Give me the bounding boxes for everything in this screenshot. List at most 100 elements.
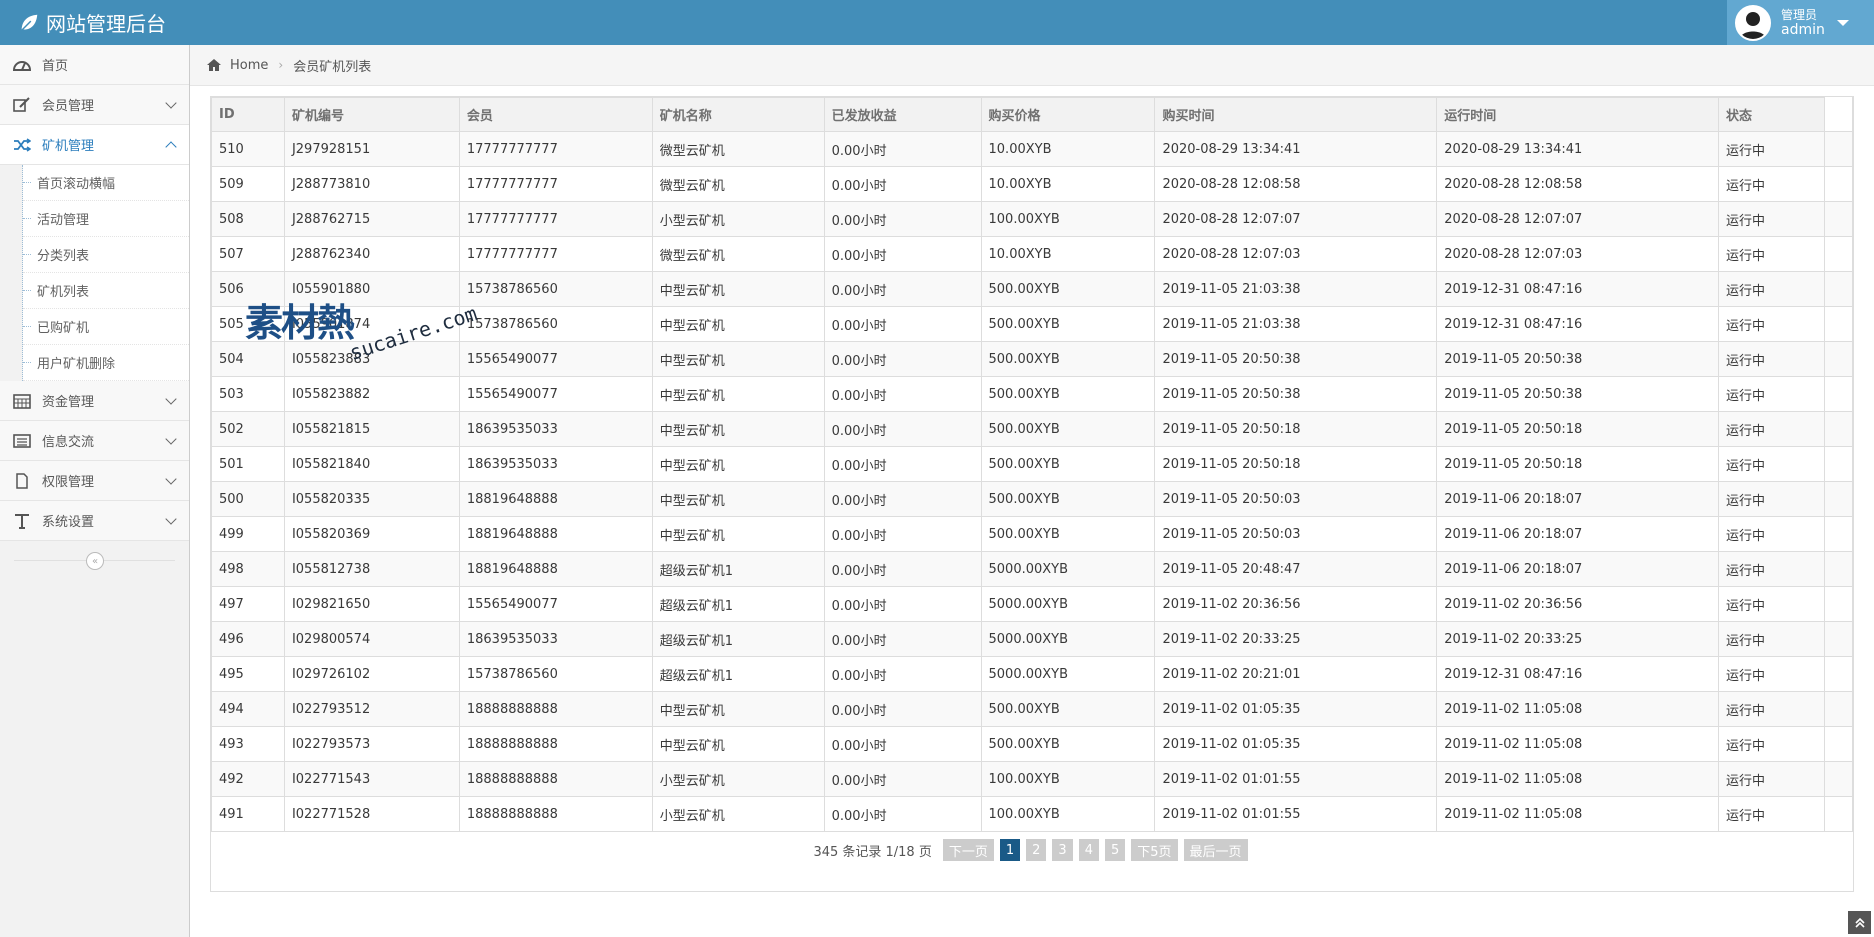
page-5-button[interactable]: 5: [1104, 839, 1126, 861]
column-header[interactable]: 已发放收益: [823, 97, 982, 132]
chevron-up-icon: [165, 141, 177, 153]
table-cell: I055821840: [283, 446, 460, 482]
sidebar-item-funds[interactable]: 资金管理: [0, 381, 189, 421]
sidebar-subitem-categories[interactable]: 分类列表: [23, 237, 189, 273]
table-row[interactable]: 496 I029800574 18639535033 超级云矿机1 0.00小时 5000…: [211, 621, 1854, 657]
table-cell-empty: [1823, 656, 1854, 692]
table-row[interactable]: 503 I055823882 15565490077 中型云矿机 0.00小时 500.0…: [211, 376, 1854, 412]
sidebar-item-label: 权限管理: [42, 475, 95, 490]
column-header[interactable]: 购买时间: [1154, 97, 1438, 132]
table-row[interactable]: 498 I055812738 18819648888 超级云矿机1 0.00小时 5000…: [211, 551, 1854, 587]
table-row[interactable]: 499 I055820369 18819648888 中型云矿机 0.00小时 500.0…: [211, 516, 1854, 552]
miner-table: ID 矿机编号 会员 矿机名称 已发放收益 购买价格 购买时间 运行时间 状态 …: [211, 97, 1854, 832]
column-header[interactable]: 矿机名称: [651, 97, 825, 132]
sidebar-subitem-banner[interactable]: 首页滚动横幅: [23, 165, 189, 201]
sidebar-collapse: «: [0, 541, 189, 581]
scroll-top-button[interactable]: [1848, 911, 1871, 934]
sidebar-item-messages[interactable]: 信息交流: [0, 421, 189, 461]
table-cell: 2019-11-05 21:03:38: [1154, 306, 1438, 342]
table-row[interactable]: 495 I029726102 15738786560 超级云矿机1 0.00小时 5000…: [211, 656, 1854, 692]
sidebar-subitem-delete[interactable]: 用户矿机删除: [23, 345, 189, 381]
brand[interactable]: 网站管理后台: [18, 0, 166, 45]
table-cell: 2019-11-06 20:18:07: [1436, 516, 1720, 552]
table-cell: 500.00XYB: [980, 376, 1156, 412]
sidebar-item-label: 矿机管理: [42, 139, 95, 154]
table-row[interactable]: 501 I055821840 18639535033 中型云矿机 0.00小时 500.0…: [211, 446, 1854, 482]
sidebar-item-home[interactable]: 首页: [0, 45, 189, 85]
table-cell: 超级云矿机1: [651, 551, 825, 587]
table-cell-empty: [1823, 271, 1854, 307]
table-row[interactable]: 509 J288773810 17777777777 微型云矿机 0.00小时 10.00…: [211, 166, 1854, 202]
table-cell: 运行中: [1718, 411, 1825, 447]
table-cell: 509: [211, 166, 285, 202]
table-cell: 0.00小时: [823, 516, 982, 552]
table-cell: 2019-11-02 01:05:35: [1154, 691, 1438, 727]
sidebar-item-permissions[interactable]: 权限管理: [0, 461, 189, 501]
table-cell: 2019-11-05 20:50:03: [1154, 481, 1438, 517]
user-menu[interactable]: 管理员 admin: [1727, 0, 1874, 45]
page-2-button[interactable]: 2: [1026, 839, 1047, 861]
table-row[interactable]: 497 I029821650 15565490077 超级云矿机1 0.00小时 5000…: [211, 586, 1854, 622]
table-cell-empty: [1823, 621, 1854, 657]
column-header[interactable]: ID: [211, 97, 285, 132]
table-cell: 运行中: [1718, 166, 1825, 202]
next-5-pages-button[interactable]: 下5页: [1131, 839, 1178, 861]
pagination-info: 345 条记录 1/18 页: [813, 844, 932, 860]
table-cell: 2019-11-02 20:36:56: [1436, 586, 1720, 622]
page-1-button[interactable]: 1: [999, 839, 1021, 861]
page-3-button[interactable]: 3: [1052, 839, 1073, 861]
table-cell: 100.00XYB: [980, 761, 1156, 797]
table-cell: 18819648888: [458, 516, 653, 552]
table-row[interactable]: 493 I022793573 18888888888 中型云矿机 0.00小时 500.0…: [211, 726, 1854, 762]
sidebar-item-miners[interactable]: 矿机管理: [0, 125, 189, 165]
table-cell: 510: [211, 131, 285, 167]
table-row[interactable]: 494 I022793512 18888888888 中型云矿机 0.00小时 500.0…: [211, 691, 1854, 727]
table-cell: 18888888888: [458, 761, 653, 797]
next-page-button[interactable]: 下一页: [942, 839, 994, 861]
column-header[interactable]: 运行时间: [1436, 97, 1720, 132]
column-header[interactable]: 矿机编号: [283, 97, 460, 132]
table-cell: 2020-08-29 13:34:41: [1436, 131, 1720, 167]
table-row[interactable]: 510 J297928151 17777777777 微型云矿机 0.00小时 10.00…: [211, 131, 1854, 167]
sidebar-subitem-purchased[interactable]: 已购矿机: [23, 309, 189, 345]
table-cell: 18639535033: [458, 411, 653, 447]
sidebar-item-label: 会员管理: [42, 99, 95, 114]
sidebar-item-settings[interactable]: 系统设置: [0, 501, 189, 541]
column-header[interactable]: 购买价格: [980, 97, 1156, 132]
double-chevron-left-icon[interactable]: «: [86, 552, 104, 570]
table-cell: 0.00小时: [823, 446, 982, 482]
table-cell: 18888888888: [458, 691, 653, 727]
table-cell: 18888888888: [458, 796, 653, 832]
sidebar-item-members[interactable]: 会员管理: [0, 85, 189, 125]
table-cell: 运行中: [1718, 691, 1825, 727]
table-row[interactable]: 508 J288762715 17777777777 小型云矿机 0.00小时 100.0…: [211, 201, 1854, 237]
column-header[interactable]: 状态: [1718, 97, 1825, 132]
sidebar-subitem-miner-list[interactable]: 矿机列表: [23, 273, 189, 309]
sidebar-subitem-activities[interactable]: 活动管理: [23, 201, 189, 237]
table-cell: 15738786560: [458, 306, 653, 342]
column-header[interactable]: 会员: [458, 97, 653, 132]
table-cell: 499: [211, 516, 285, 552]
table-header-row: ID 矿机编号 会员 矿机名称 已发放收益 购买价格 购买时间 运行时间 状态: [211, 97, 1854, 132]
table-cell: 2019-11-05 20:50:03: [1154, 516, 1438, 552]
table-row[interactable]: 502 I055821815 18639535033 中型云矿机 0.00小时 500.0…: [211, 411, 1854, 447]
table-row[interactable]: 500 I055820335 18819648888 中型云矿机 0.00小时 500.0…: [211, 481, 1854, 517]
breadcrumb-separator-icon: ›: [278, 58, 284, 72]
table-cell: 中型云矿机: [651, 446, 825, 482]
app-title: 网站管理后台: [46, 12, 166, 36]
table-cell: 2019-11-06 20:18:07: [1436, 481, 1720, 517]
page-4-button[interactable]: 4: [1078, 839, 1099, 861]
table-row[interactable]: 507 J288762340 17777777777 微型云矿机 0.00小时 10.00…: [211, 236, 1854, 272]
chevron-down-icon: [165, 473, 177, 485]
chevron-down-icon: [165, 393, 177, 405]
table-cell: 运行中: [1718, 551, 1825, 587]
watermark: 素材熱 sucaire.com: [245, 292, 480, 365]
table-row[interactable]: 491 I022771528 18888888888 小型云矿机 0.00小时 100.0…: [211, 796, 1854, 832]
table-cell: 0.00小时: [823, 376, 982, 412]
table-row[interactable]: 492 I022771543 18888888888 小型云矿机 0.00小时 100.0…: [211, 761, 1854, 797]
breadcrumb-home[interactable]: Home: [230, 58, 268, 73]
table-cell: I029800574: [283, 621, 460, 657]
table-cell: 运行中: [1718, 236, 1825, 272]
last-page-button[interactable]: 最后一页: [1183, 839, 1248, 861]
double-chevron-up-icon: [1854, 917, 1865, 928]
